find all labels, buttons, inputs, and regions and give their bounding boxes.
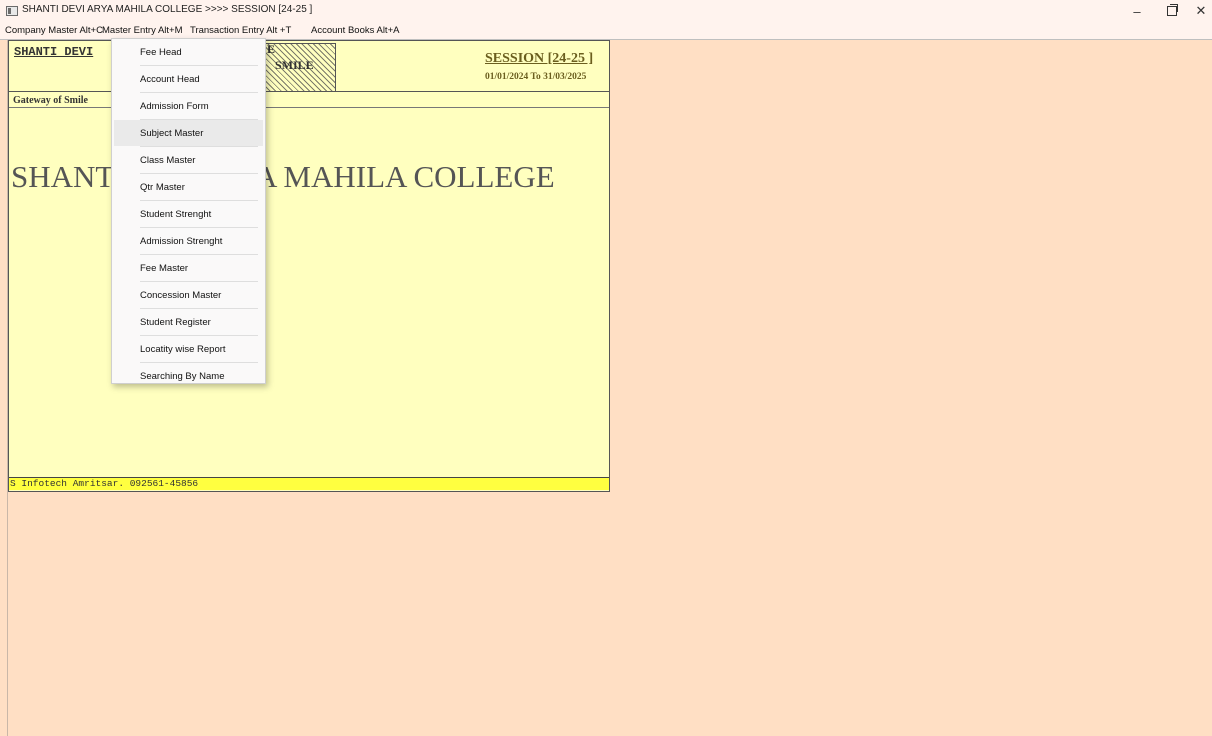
college-short-name: SHANTI DEVI (14, 45, 94, 59)
master-entry-dropdown: Fee Head Account Head Admission Form Sub… (111, 38, 266, 384)
menu-item-student-register[interactable]: Student Register (114, 309, 263, 335)
college-title-right: A MAHILA COLLEGE (255, 159, 555, 194)
menu-item-fee-master[interactable]: Fee Master (114, 255, 263, 281)
footer-text: S Infotech Amritsar. 092561-45856 (10, 478, 199, 489)
menu-transaction-entry[interactable]: Transaction Entry Alt +T (190, 25, 291, 36)
logo-top-letter: E (267, 42, 276, 56)
logo-text: SMILE (275, 58, 314, 72)
status-bar: S Infotech Amritsar. 092561-45856 (9, 477, 609, 490)
tagline-divider (9, 107, 609, 108)
app-icon[interactable] (6, 6, 18, 16)
menu-item-account-head[interactable]: Account Head (114, 66, 263, 92)
minimize-button[interactable]: – (1120, 0, 1154, 22)
menu-item-admission-form[interactable]: Admission Form (114, 93, 263, 119)
menu-item-admission-strength[interactable]: Admission Strenght (114, 228, 263, 254)
menu-item-locality-wise-report[interactable]: Locatity wise Report (114, 336, 263, 362)
session-dates: 01/01/2024 To 31/03/2025 (485, 72, 587, 82)
menu-item-fee-head[interactable]: Fee Head (114, 39, 263, 65)
menu-master-entry[interactable]: Master Entry Alt+M (102, 25, 183, 36)
header-divider (9, 91, 609, 92)
menu-item-student-strength[interactable]: Student Strenght (114, 201, 263, 227)
menu-account-books[interactable]: Account Books Alt+A (311, 25, 399, 36)
college-title-left: SHANTI (11, 159, 125, 194)
menu-item-qtr-master[interactable]: Qtr Master (114, 174, 263, 200)
restore-icon (1167, 4, 1178, 16)
menu-item-class-master[interactable]: Class Master (114, 147, 263, 173)
menu-item-searching-by-name[interactable]: Searching By Name (114, 363, 263, 389)
menu-item-subject-master[interactable]: Subject Master (114, 120, 263, 146)
menu-company-master[interactable]: Company Master Alt+C (5, 25, 103, 36)
window-left-edge (0, 40, 8, 736)
close-button[interactable]: ✕ (1190, 0, 1212, 22)
menu-item-concession-master[interactable]: Concession Master (114, 282, 263, 308)
maximize-button[interactable] (1155, 0, 1189, 22)
main-panel: SHANTI DEVI E SMILE SESSION [24-25 ] 01/… (8, 40, 610, 492)
title-bar: SHANTI DEVI ARYA MAHILA COLLEGE >>>> SES… (0, 0, 1212, 22)
window-title: SHANTI DEVI ARYA MAHILA COLLEGE >>>> SES… (22, 4, 313, 15)
session-title: SESSION [24-25 ] (485, 51, 594, 66)
tagline: Gateway of Smile (13, 95, 88, 106)
logo-box: E SMILE (264, 42, 336, 92)
